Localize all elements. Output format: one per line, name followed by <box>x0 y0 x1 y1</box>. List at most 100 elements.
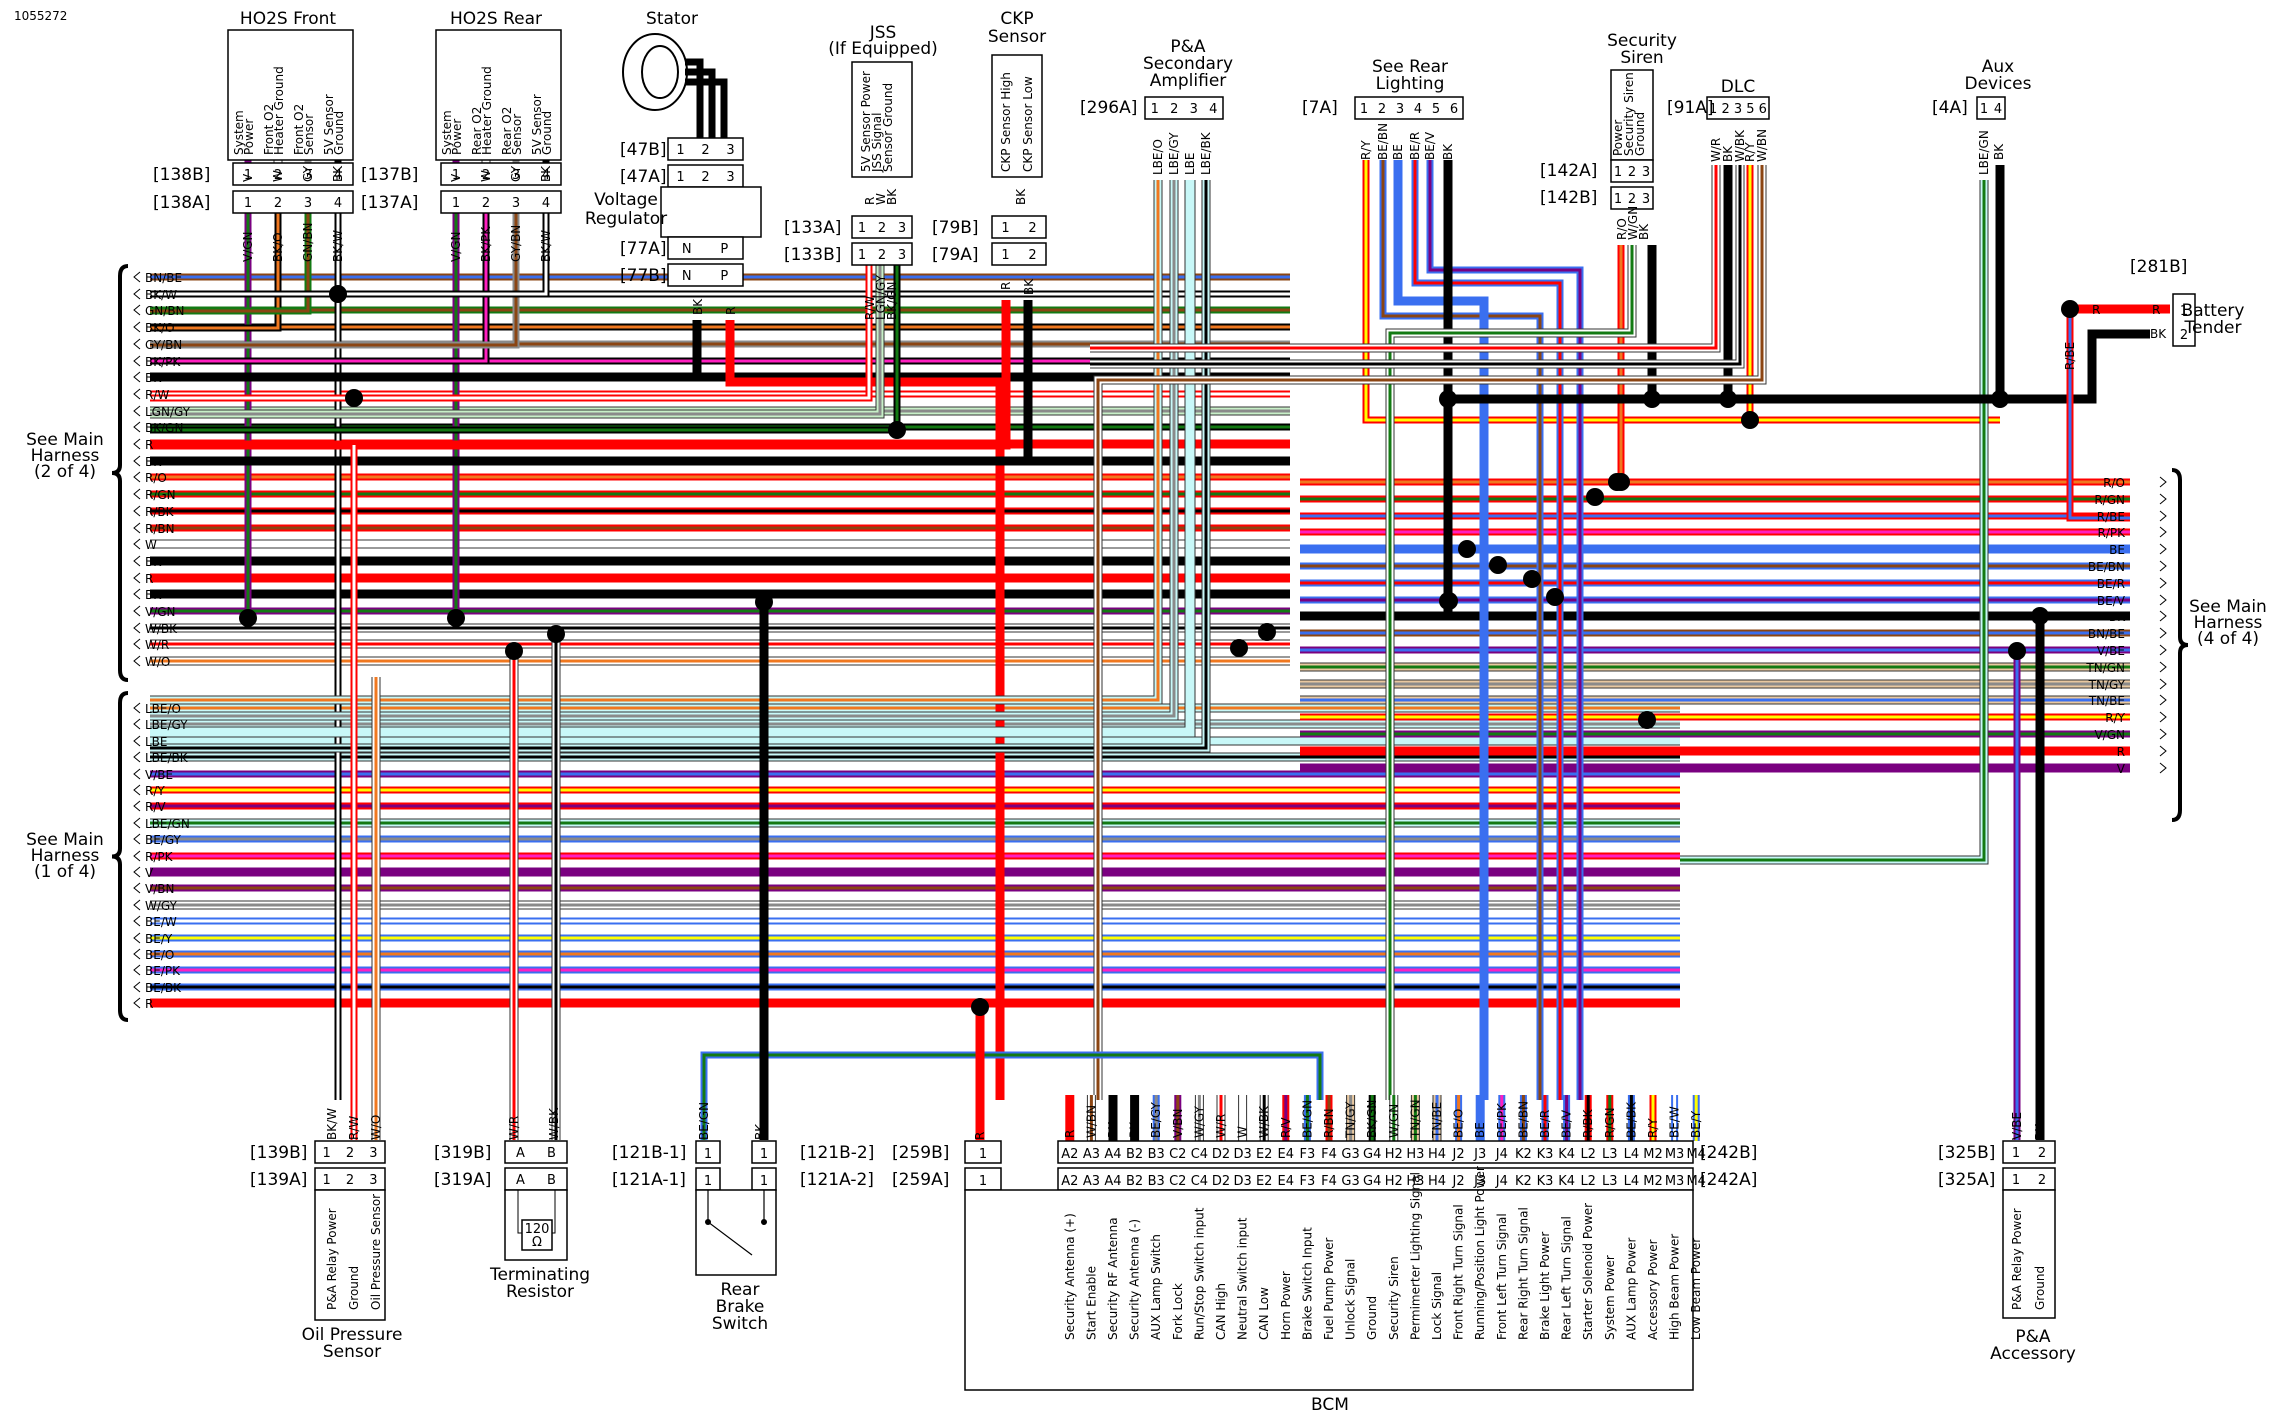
harness-connector-icon <box>133 833 141 845</box>
bcm-wire-label: R/V <box>1279 1117 1293 1138</box>
harness-connector-icon <box>133 488 141 500</box>
wire-label: R <box>2152 303 2160 317</box>
pin-number: A <box>516 1146 525 1161</box>
pin-number: 1 <box>979 1147 987 1162</box>
harness-wire-label: BN/BE <box>2088 627 2125 641</box>
pin-number: 2 <box>274 196 282 211</box>
bcm-pin-function: Unlock Signal <box>1344 1259 1358 1340</box>
bcm-pin: A2 <box>1061 1147 1078 1162</box>
wire-label: BE/R <box>1408 132 1422 160</box>
bcm-pin-function: Accessory Power <box>1646 1239 1660 1340</box>
harness-connector-icon <box>133 932 141 944</box>
splice-junction <box>1440 592 1458 610</box>
pin-number: A <box>516 1173 525 1188</box>
splice-junction <box>239 609 257 627</box>
harness-connector-icon <box>2159 560 2167 572</box>
bcm-pin: M2 <box>1643 1174 1663 1189</box>
bcm-pin-function: Horn Power <box>1279 1271 1293 1340</box>
bcm-pin: E2 <box>1256 1174 1273 1189</box>
harness-connector-icon <box>2159 678 2167 690</box>
harness-connector-icon <box>133 735 141 747</box>
splice-junction <box>1458 540 1476 558</box>
harness-wire-label: W/GY <box>145 899 178 913</box>
harness-wire-label: R/O <box>145 471 167 485</box>
harness-wire-label: BE/Y <box>145 932 173 946</box>
harness-wire-label: BE/V <box>2097 594 2126 608</box>
splice-junction <box>2031 607 2049 625</box>
harness-connector-icon <box>2159 745 2167 757</box>
harness-wire-label: LGN/GY <box>145 405 191 419</box>
harness-connector-icon <box>2159 661 2167 673</box>
component-title: Voltage <box>594 190 658 210</box>
bcm-pin: K3 <box>1537 1147 1554 1162</box>
pin-number: 1 <box>323 1146 331 1161</box>
wire-label: BK/O <box>271 232 285 262</box>
connector-id: [4A] <box>1932 98 1968 118</box>
bcm-pin: E4 <box>1278 1147 1295 1162</box>
pin-function: Ground <box>332 111 346 155</box>
harness-wire-label: TN/GY <box>2088 678 2126 692</box>
pin-number: 2 <box>878 248 886 263</box>
wire-label: V <box>241 173 255 182</box>
pin-number: 1 <box>1151 102 1159 117</box>
pin-number: 3 <box>1734 102 1742 117</box>
bcm-wire-label: W/GN <box>1387 1104 1401 1138</box>
harness-wire-label: W/O <box>145 655 170 669</box>
bcm-pin: L3 <box>1602 1147 1618 1162</box>
connector-id: [296A] <box>1080 98 1137 118</box>
splice-junction <box>329 285 347 303</box>
bcm-pin: D2 <box>1212 1147 1230 1162</box>
harness-wire-label: V/BN <box>145 882 174 896</box>
pin-number: 4 <box>542 196 550 211</box>
bcm-pin-function: Running/Position Light Power <box>1473 1166 1487 1340</box>
connector-id: [91A] <box>1667 98 1714 118</box>
bcm-wire-label: W/GY <box>1192 1105 1206 1138</box>
harness-connector-icon <box>133 768 141 780</box>
harness-brace <box>111 691 129 1022</box>
pin-number: 1 <box>760 1174 768 1189</box>
wire-bk-pk <box>150 213 490 365</box>
harness-wire-label: W <box>145 538 157 552</box>
harness-wire-label: BK/O <box>145 321 175 335</box>
wire-label: W/BK <box>547 1107 561 1140</box>
wire-base <box>150 213 490 365</box>
wire-label: LBE/GY <box>1167 132 1181 175</box>
bcm-pin-function: Security Siren <box>1387 1256 1401 1340</box>
bcm-wire-label: BE/BK <box>1624 1101 1638 1138</box>
harness-wire-label: V/BE <box>2097 644 2125 658</box>
wire-label: BK/GN <box>885 282 899 320</box>
harness-connector-icon <box>133 800 141 812</box>
bcm-wire-label: TN/BE <box>1430 1102 1444 1139</box>
connector-b <box>504 1140 568 1164</box>
connector-id: [259B] <box>892 1143 949 1163</box>
harness-connector-icon <box>133 371 141 383</box>
harness-wire-label: BK <box>145 555 162 569</box>
harness-connector-icon <box>133 899 141 911</box>
harness-label: (1 of 4) <box>34 862 96 882</box>
bcm-wire-label: BE <box>1473 1122 1487 1138</box>
bcm-pin: A4 <box>1104 1174 1121 1189</box>
wire-label: BE/BN <box>1376 123 1390 160</box>
bcm-wire-label: BE/GY <box>1149 1101 1163 1138</box>
pin-number: 2 <box>1721 102 1729 117</box>
splice-junction <box>547 625 565 643</box>
bcm-pin: B2 <box>1126 1174 1143 1189</box>
wire-label: BK <box>1637 223 1651 240</box>
pin-number: 2 <box>1028 248 1036 263</box>
bcm-pin-function: Rear Left Turn Signal <box>1560 1216 1574 1340</box>
splice-junction <box>1638 711 1656 729</box>
harness-connector-icon <box>133 405 141 417</box>
harness-connector-icon <box>133 455 141 467</box>
component-title: Regulator <box>585 209 667 229</box>
harness-connector-icon <box>133 948 141 960</box>
harness-connector-icon <box>133 751 141 763</box>
pin-number: 1 <box>858 221 866 236</box>
wire-label: BK/W <box>325 1108 339 1140</box>
harness-wire-label: V/BE <box>145 768 173 782</box>
bcm-pin: K2 <box>1515 1174 1532 1189</box>
bcm-wire-label: TN/GY <box>1344 1101 1358 1139</box>
wire-stripe <box>150 213 488 363</box>
bcm-wire-label: R/BK <box>1581 1108 1595 1138</box>
pin-function: Ground <box>2033 1266 2047 1310</box>
bcm-pin-function: Run/Stop Switch input <box>1192 1207 1206 1340</box>
